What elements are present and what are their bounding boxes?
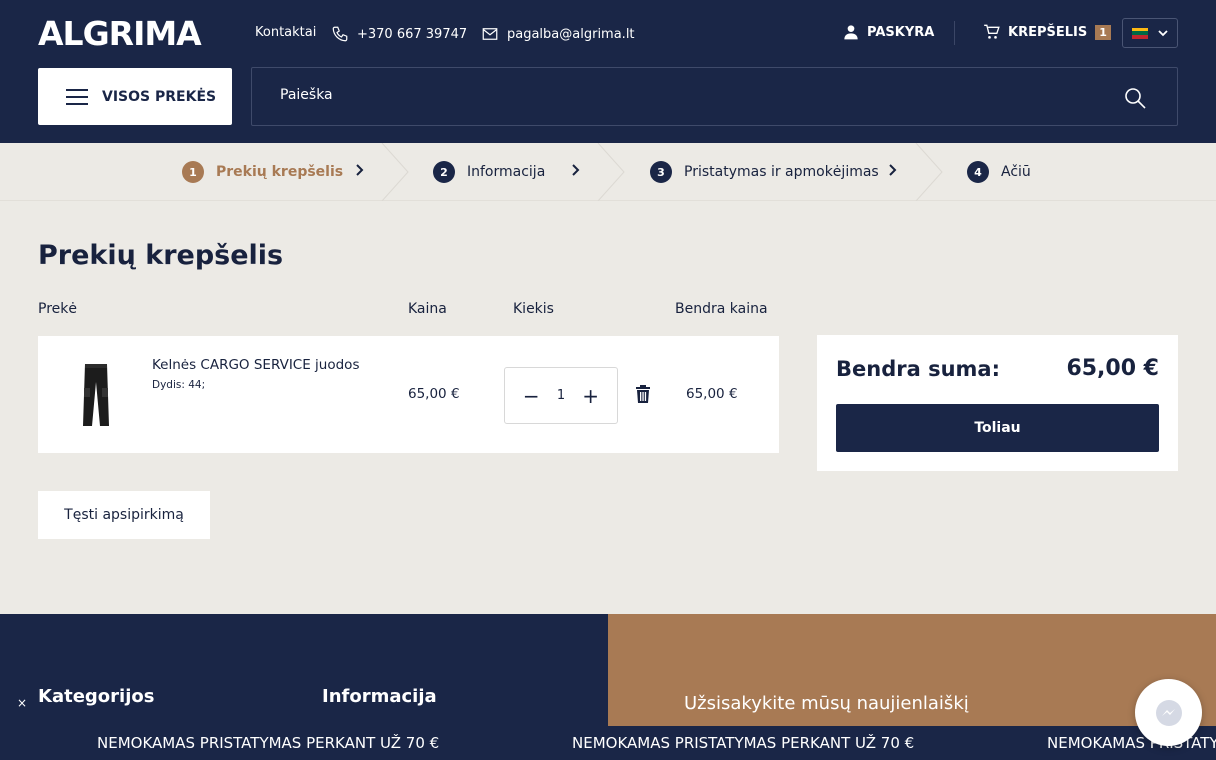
account-link[interactable]: PASKYRA <box>843 24 934 40</box>
total-value: 65,00 € <box>1066 356 1159 381</box>
account-label: PASKYRA <box>867 24 935 40</box>
step-cart[interactable]: 1 Prekių krepšelis <box>182 143 343 201</box>
contacts-label: Kontaktai <box>255 25 317 40</box>
phone-link[interactable]: +370 667 39747 <box>331 25 467 43</box>
unit-price: 65,00 € <box>408 386 460 402</box>
newsletter-section: Užsisakykite mūsų naujienlaiškį <box>608 614 1216 726</box>
line-total: 65,00 € <box>686 386 738 402</box>
product-image[interactable] <box>58 356 133 433</box>
product-size: Dydis: 44; <box>152 379 206 391</box>
checkout-steps: 1 Prekių krepšelis 2 Informacija 3 Prist… <box>0 143 1216 201</box>
chevron-right-icon <box>572 164 580 176</box>
search-input[interactable] <box>280 87 1080 103</box>
contacts-link[interactable]: Kontaktai <box>255 25 316 40</box>
search-icon[interactable] <box>1123 86 1147 110</box>
all-products-label: VISOS PREKĖS <box>102 88 217 105</box>
chevron-down-icon <box>1158 30 1168 37</box>
logo[interactable]: ALGRIMA <box>38 14 202 53</box>
next-button[interactable]: Toliau <box>836 404 1159 452</box>
page-title: Prekių krepšelis <box>38 240 284 271</box>
product-name[interactable]: Kelnės CARGO SERVICE juodos <box>152 357 359 373</box>
messenger-icon <box>1155 699 1182 726</box>
footer-categories-heading: Kategorijos <box>38 686 155 707</box>
step-separator <box>381 143 409 201</box>
all-products-button[interactable]: VISOS PREKĖS <box>38 68 232 125</box>
quantity-value[interactable]: 1 <box>557 388 565 403</box>
user-icon <box>844 25 858 40</box>
close-banner-button[interactable]: × <box>17 696 27 710</box>
messenger-chat-button[interactable] <box>1135 679 1202 746</box>
mail-icon <box>482 28 498 40</box>
trousers-icon <box>82 363 109 426</box>
column-header-product: Prekė <box>38 301 77 317</box>
email-link[interactable]: pagalba@algrima.lt <box>481 25 635 43</box>
step-separator <box>597 143 625 201</box>
step-number: 3 <box>650 161 672 183</box>
cart-link[interactable]: KREPŠELIS 1 <box>983 24 1111 40</box>
quantity-stepper: − 1 + <box>504 367 618 424</box>
lithuania-flag-icon <box>1132 27 1148 39</box>
cart-label: KREPŠELIS <box>1008 24 1088 40</box>
continue-shopping-button[interactable]: Tęsti apsipirkimą <box>38 491 210 539</box>
column-header-total: Bendra kaina <box>675 301 768 317</box>
step-label: Pristatymas ir apmokėjimas <box>684 164 879 180</box>
cart-icon <box>984 24 1000 39</box>
step-label: Ačiū <box>1001 164 1031 180</box>
header-divider <box>954 21 955 45</box>
chevron-right-icon <box>889 164 897 176</box>
ticker-text: NEMOKAMAS PRISTATYMAS PERKANT UŽ 70 € <box>572 734 915 752</box>
column-header-price: Kaina <box>408 301 447 317</box>
phone-number: +370 667 39747 <box>357 26 468 42</box>
cart-count-badge: 1 <box>1095 24 1111 40</box>
step-delivery-payment[interactable]: 3 Pristatymas ir apmokėjimas <box>650 143 879 201</box>
trash-icon[interactable] <box>635 385 651 403</box>
step-information[interactable]: 2 Informacija <box>433 143 545 201</box>
search-bar <box>251 67 1178 126</box>
step-label: Prekių krepšelis <box>216 164 344 180</box>
cart-item-row: Kelnės CARGO SERVICE juodos Dydis: 44; 6… <box>38 336 779 453</box>
decrease-quantity-button[interactable]: − <box>520 384 542 408</box>
step-number: 2 <box>433 161 455 183</box>
step-separator <box>915 143 943 201</box>
newsletter-title: Užsisakykite mūsų naujienlaiškį <box>684 693 969 714</box>
email-address: pagalba@algrima.lt <box>507 26 635 42</box>
chevron-right-icon <box>356 164 364 176</box>
step-label: Informacija <box>467 164 546 180</box>
increase-quantity-button[interactable]: + <box>580 384 602 408</box>
order-summary: Bendra suma: 65,00 € Toliau <box>817 335 1178 471</box>
site-header: ALGRIMA Kontaktai +370 667 39747 pagalba… <box>0 0 1216 143</box>
phone-icon <box>332 26 348 42</box>
footer-information-heading: Informacija <box>322 686 437 707</box>
step-thank-you[interactable]: 4 Ačiū <box>967 143 1031 201</box>
step-number: 4 <box>967 161 989 183</box>
step-number: 1 <box>182 161 204 183</box>
promo-ticker: NEMOKAMAS PRISTATYMAS PERKANT UŽ 70 € NE… <box>0 726 1216 760</box>
total-label: Bendra suma: <box>836 357 1000 381</box>
hamburger-menu-icon <box>66 88 88 105</box>
ticker-text: NEMOKAMAS PRISTATYMAS PERKANT UŽ 70 € <box>97 734 440 752</box>
language-selector[interactable] <box>1122 18 1178 48</box>
column-header-quantity: Kiekis <box>513 301 554 317</box>
